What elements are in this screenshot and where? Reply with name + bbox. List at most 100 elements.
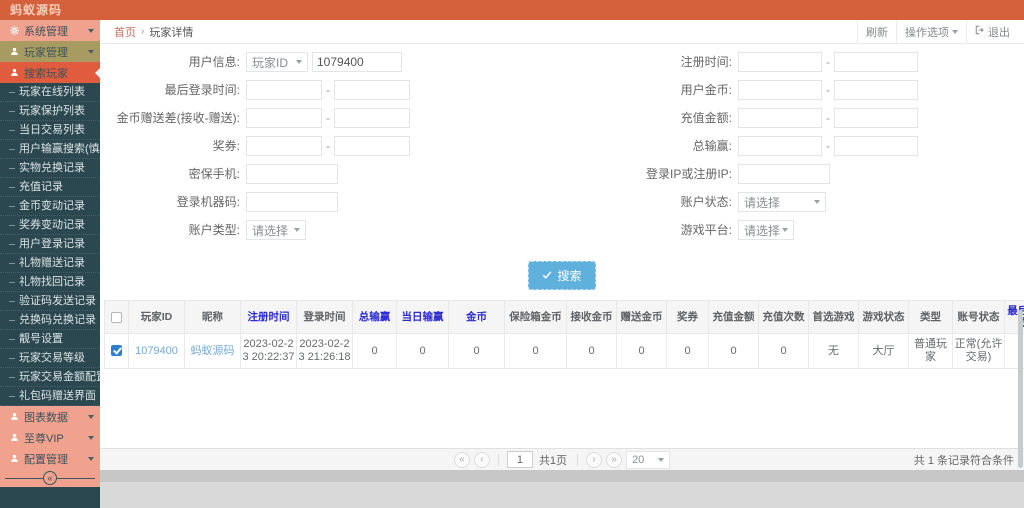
lottery-to-input[interactable] xyxy=(334,136,410,156)
sidebar-group[interactable]: 至尊VIP xyxy=(0,427,100,448)
caret-down-icon xyxy=(658,457,665,462)
pagination-bar: « ‹ 共1页 › » 20 共 1 条记录符合条件 xyxy=(100,448,1024,470)
table-cell: 0 xyxy=(616,333,667,369)
breadcrumb-home-link[interactable]: 首页 xyxy=(114,24,136,40)
column-header: 充值金额 xyxy=(708,300,759,334)
chevron-down-icon xyxy=(88,49,94,54)
sidebar-subitem[interactable]: 实物兑换记录 xyxy=(0,159,100,178)
field-label: 最后登录时间: xyxy=(164,83,240,97)
divider xyxy=(497,453,499,466)
sidebar-subitem[interactable]: 玩家保护列表 xyxy=(0,102,100,121)
prev-page-button[interactable]: ‹ xyxy=(473,451,490,468)
row-select-cell xyxy=(104,333,129,369)
cell-value: 0 xyxy=(473,344,480,357)
sidebar-item-search-player[interactable]: 搜索玩家 xyxy=(0,62,100,83)
field-label: 用户金币: xyxy=(680,83,732,97)
last-page-button[interactable]: » xyxy=(606,451,623,468)
user-icon xyxy=(9,47,19,56)
register-time-from-input[interactable] xyxy=(738,52,822,72)
column-header[interactable]: 注册时间 xyxy=(240,300,297,334)
secure-phone-input[interactable] xyxy=(246,164,338,184)
user-gold-to-input[interactable] xyxy=(834,80,918,100)
page-number-input[interactable] xyxy=(506,451,533,468)
sidebar-subitem[interactable]: 礼物找回记录 xyxy=(0,273,100,292)
recharge-amount-from-input[interactable] xyxy=(738,108,822,128)
logout-button[interactable]: 退出 xyxy=(966,20,1018,43)
first-page-button[interactable]: « xyxy=(453,451,470,468)
sidebar-group[interactable]: 配置管理 xyxy=(0,448,100,469)
account-status-select[interactable]: 请选择 xyxy=(738,192,826,212)
row-checkbox[interactable] xyxy=(111,345,122,357)
sidebar-subitem[interactable]: 玩家交易等级 xyxy=(0,349,100,368)
field-label: 游戏平台: xyxy=(680,223,732,237)
vertical-scrollbar-thumb[interactable] xyxy=(1018,310,1023,468)
game-platform-select[interactable]: 请选择 xyxy=(738,220,794,240)
user-info-type-select[interactable]: 玩家ID xyxy=(246,52,308,72)
sidebar-subitem[interactable]: 兑换码兑换记录 xyxy=(0,311,100,330)
chevron-down-icon xyxy=(88,456,94,461)
actions-dropdown-button[interactable]: 操作选项 xyxy=(896,20,966,43)
next-page-button[interactable]: › xyxy=(586,451,603,468)
field-label: 注册时间: xyxy=(680,55,732,69)
sidebar-subitem[interactable]: 奖券变动记录 xyxy=(0,216,100,235)
sidebar-group[interactable]: 图表数据 xyxy=(0,406,100,427)
horizontal-scrollbar[interactable] xyxy=(100,470,1024,482)
cell-value: 0 xyxy=(780,344,787,357)
table-row: 1079400 蚂蚁源码 2023-02-23 20:22:37 2023-02… xyxy=(104,333,1024,369)
machine-code-input[interactable] xyxy=(246,192,338,212)
last-login-from-input[interactable] xyxy=(246,80,322,100)
cell-value[interactable]: 1079400 xyxy=(135,345,178,357)
table-cell: 2023-02-23 20:22:37 xyxy=(240,333,297,369)
column-header: 充值次数 xyxy=(758,300,809,334)
gold-gift-diff-to-input[interactable] xyxy=(334,108,410,128)
sidebar-subitem[interactable]: 充值记录 xyxy=(0,178,100,197)
column-header: 昵称 xyxy=(184,300,241,334)
sidebar-subitem-label: 玩家交易等级 xyxy=(19,352,85,364)
cell-value: 0 xyxy=(730,344,737,357)
user-gold-from-input[interactable] xyxy=(738,80,822,100)
sidebar-subitem[interactable]: 玩家在线列表 xyxy=(0,83,100,102)
cell-value: 0 xyxy=(532,344,539,357)
sidebar-group-system[interactable]: 系统管理 xyxy=(0,20,100,41)
column-header[interactable]: 当日输赢 xyxy=(396,300,449,334)
sidebar-subitem[interactable]: 金币变动记录 xyxy=(0,197,100,216)
field-label: 总输赢: xyxy=(692,139,732,153)
last-login-to-input[interactable] xyxy=(334,80,410,100)
login-ip-input[interactable] xyxy=(738,164,830,184)
sidebar-subitem[interactable]: 用户登录记录 xyxy=(0,235,100,254)
column-header[interactable]: 总输赢 xyxy=(352,300,397,334)
search-button[interactable]: 搜索 xyxy=(528,261,596,290)
field-label: 充值金额: xyxy=(680,111,732,125)
app-title: 蚂蚁源码 xyxy=(10,3,63,17)
column-header[interactable]: 金币 xyxy=(448,300,505,334)
sidebar-subitem[interactable]: 当日交易列表 xyxy=(0,121,100,140)
total-winloss-to-input[interactable] xyxy=(834,136,918,156)
divider xyxy=(577,453,579,466)
sidebar-subitem[interactable]: 礼包码赠送界面 xyxy=(0,387,100,406)
refresh-button[interactable]: 刷新 xyxy=(857,20,896,43)
sidebar-subitem[interactable]: 验证码发送记录 xyxy=(0,292,100,311)
field-label: 密保手机: xyxy=(188,167,240,181)
sidebar-subitem[interactable]: 用户输赢搜索(慎用!!!!!!) xyxy=(0,140,100,159)
lottery-from-input[interactable] xyxy=(246,136,322,156)
cell-value: 0 xyxy=(419,344,426,357)
sidebar-group-player[interactable]: 玩家管理 xyxy=(0,41,100,62)
breadcrumb-separator: › xyxy=(141,26,145,37)
sidebar-subitem[interactable]: 礼物赠送记录 xyxy=(0,254,100,273)
gold-gift-diff-from-input[interactable] xyxy=(246,108,322,128)
sidebar-subitem[interactable]: 靓号设置 xyxy=(0,330,100,349)
chevron-down-icon xyxy=(88,435,94,440)
account-type-select[interactable]: 请选择 xyxy=(246,220,306,240)
user-info-input[interactable] xyxy=(312,52,402,72)
total-winloss-from-input[interactable] xyxy=(738,136,822,156)
cell-value[interactable]: 蚂蚁源码 xyxy=(191,345,235,357)
select-all-checkbox[interactable] xyxy=(111,311,122,323)
page-size-select[interactable]: 20 xyxy=(626,450,671,469)
sidebar-collapse-button[interactable]: « xyxy=(43,471,57,485)
recharge-amount-to-input[interactable] xyxy=(834,108,918,128)
table-cell: 2023-02-23 21:26:18 xyxy=(296,333,353,369)
page-background xyxy=(100,482,1024,508)
sidebar-subitem[interactable]: 玩家交易金额配置 xyxy=(0,368,100,387)
pagination-controls: « ‹ 共1页 › » 20 xyxy=(100,449,1024,470)
register-time-to-input[interactable] xyxy=(834,52,918,72)
